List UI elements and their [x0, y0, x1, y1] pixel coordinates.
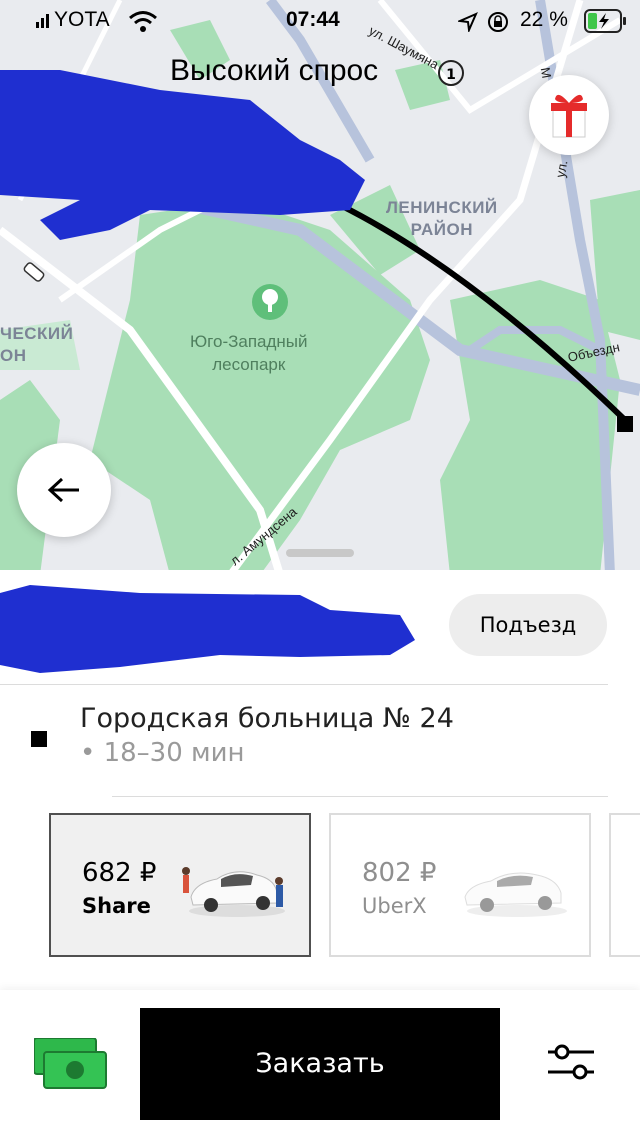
- district-label-partial: ЧЕСКИЙ ОН: [0, 324, 74, 365]
- cash-payment-icon[interactable]: [34, 1038, 108, 1090]
- sheet-drag-handle[interactable]: [286, 549, 354, 557]
- destination-marker-icon: [31, 731, 47, 747]
- gift-button[interactable]: [529, 75, 609, 155]
- order-button[interactable]: Заказать: [140, 1008, 500, 1120]
- battery-percent: 22 %: [520, 8, 568, 31]
- divider: [0, 684, 608, 685]
- signal-icon: [36, 14, 49, 28]
- wifi-icon: [129, 11, 157, 32]
- entrance-button[interactable]: Подъезд: [449, 594, 607, 656]
- destination-name[interactable]: Городская больница № 24: [80, 703, 454, 734]
- carrier-name: YOTA: [54, 8, 110, 31]
- ride-option-uberx[interactable]: 802 ₽ UberX: [329, 813, 591, 957]
- location-arrow-icon: [458, 12, 478, 32]
- clock: 07:44: [286, 8, 340, 31]
- status-bar: YOTA 07:44 22 %: [0, 0, 640, 40]
- surge-info-icon[interactable]: 1: [438, 60, 464, 86]
- gift-icon: [551, 94, 587, 138]
- filter-settings-icon[interactable]: [546, 1042, 596, 1082]
- ride-name: UberX: [362, 894, 427, 918]
- street-label-ul: ул.: [552, 159, 571, 179]
- battery-icon: [584, 9, 626, 33]
- rotation-lock-icon: [488, 12, 508, 32]
- share-car-icon: [182, 867, 285, 917]
- back-button[interactable]: [17, 443, 111, 537]
- high-demand-banner: Высокий спрос: [170, 54, 379, 87]
- ride-price: 682 ₽: [82, 858, 157, 888]
- ride-name: Share: [82, 894, 151, 918]
- divider: [112, 796, 608, 797]
- destination-eta: • 18–30 мин: [80, 738, 245, 768]
- ride-option-next[interactable]: [609, 813, 640, 957]
- pickup-address-redacted: [0, 585, 415, 673]
- park-label: Юго-Западный лесопарк: [190, 332, 308, 374]
- back-arrow-icon: [47, 477, 79, 503]
- ride-option-share[interactable]: 682 ₽ Share: [49, 813, 311, 957]
- district-label: ЛЕНИНСКИЙ РАЙОН: [386, 198, 498, 239]
- uberx-car-icon: [464, 872, 567, 917]
- ride-price: 802 ₽: [362, 858, 437, 888]
